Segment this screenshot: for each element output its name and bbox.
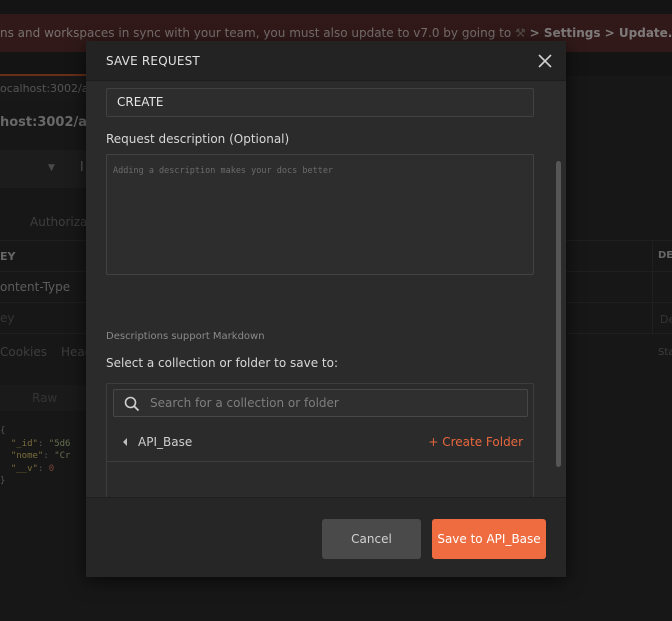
dialog-scrollbar[interactable] xyxy=(556,85,562,497)
request-name-input[interactable]: CREATE xyxy=(106,88,534,117)
description-textarea[interactable]: Adding a description makes your docs bet… xyxy=(106,154,534,275)
dialog-title: SAVE REQUEST xyxy=(106,54,200,68)
description-label: Request description (Optional) xyxy=(106,132,290,146)
search-placeholder: Search for a collection or folder xyxy=(150,396,339,410)
caret-left-icon xyxy=(123,438,127,446)
dialog-footer: Cancel Save to API_Base xyxy=(86,497,566,577)
markdown-note: Descriptions support Markdown xyxy=(106,331,265,342)
collection-label: Select a collection or folder to save to… xyxy=(106,356,338,370)
close-button[interactable] xyxy=(534,50,556,72)
description-placeholder: Adding a description makes your docs bet… xyxy=(113,166,334,176)
save-request-dialog: SAVE REQUEST CREATE Request description … xyxy=(86,41,566,577)
collection-item-api-base[interactable]: API_Base + Create Folder xyxy=(107,424,533,462)
dialog-body: CREATE Request description (Optional) Ad… xyxy=(86,81,566,497)
create-folder-link[interactable]: + Create Folder xyxy=(428,435,523,449)
dialog-header: SAVE REQUEST xyxy=(86,41,566,81)
collection-search-input[interactable]: Search for a collection or folder xyxy=(113,389,528,417)
save-button[interactable]: Save to API_Base xyxy=(432,519,546,559)
cancel-button[interactable]: Cancel xyxy=(322,519,421,559)
collection-name: API_Base xyxy=(138,435,193,449)
close-icon xyxy=(538,54,552,68)
scrollbar-thumb[interactable] xyxy=(556,161,561,467)
collection-picker: Search for a collection or folder API_Ba… xyxy=(106,383,534,497)
search-icon xyxy=(124,396,140,412)
